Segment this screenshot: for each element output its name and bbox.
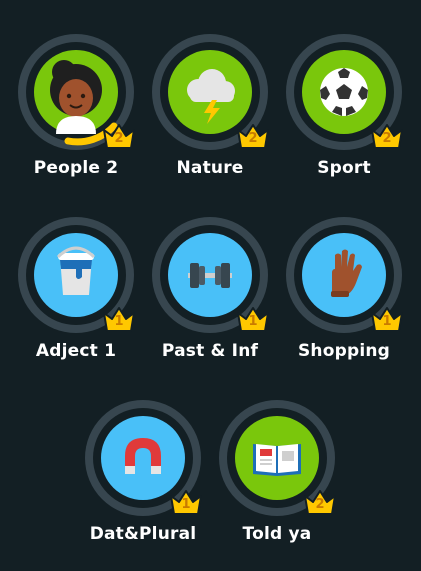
skill-label: People 2	[33, 158, 119, 178]
crown-level: 2	[248, 131, 258, 146]
crown-level: 1	[382, 314, 392, 329]
skill-label: Past & Inf	[161, 341, 259, 361]
skill-nature[interactable]: 2 Nature	[140, 34, 280, 194]
skill-people-2[interactable]: 2 People 2	[6, 34, 146, 194]
skill-past-inf[interactable]: 1 Past & Inf	[140, 217, 280, 377]
skill-label: Shopping	[297, 341, 391, 361]
crown-level: 1	[114, 314, 124, 329]
crown-level: 1	[181, 497, 191, 512]
crown-badge: 2	[303, 488, 337, 516]
skill-label: Nature	[176, 158, 244, 178]
crown-badge: 1	[370, 305, 404, 333]
skill-label: Told ya	[242, 524, 312, 544]
skill-adject-1[interactable]: 1 Adject 1	[6, 217, 146, 377]
crown-badge: 1	[236, 305, 270, 333]
crown-level: 1	[248, 314, 258, 329]
skill-dat-plural[interactable]: 1 Dat&Plural	[73, 400, 213, 560]
crown-badge: 2	[102, 122, 136, 150]
skill-label: Dat&Plural	[89, 524, 197, 544]
crown-level: 2	[382, 131, 392, 146]
skill-told-ya[interactable]: 2 Told ya	[207, 400, 347, 560]
crown-badge: 1	[102, 305, 136, 333]
skill-sport[interactable]: 2 Sport	[274, 34, 414, 194]
skill-shopping[interactable]: 1 Shopping	[274, 217, 414, 377]
skill-label: Adject 1	[35, 341, 117, 361]
skill-label: Sport	[317, 158, 371, 178]
crown-badge: 2	[236, 122, 270, 150]
crown-level: 2	[315, 497, 325, 512]
crown-badge: 1	[169, 488, 203, 516]
crown-level: 2	[114, 131, 124, 146]
crown-badge: 2	[370, 122, 404, 150]
